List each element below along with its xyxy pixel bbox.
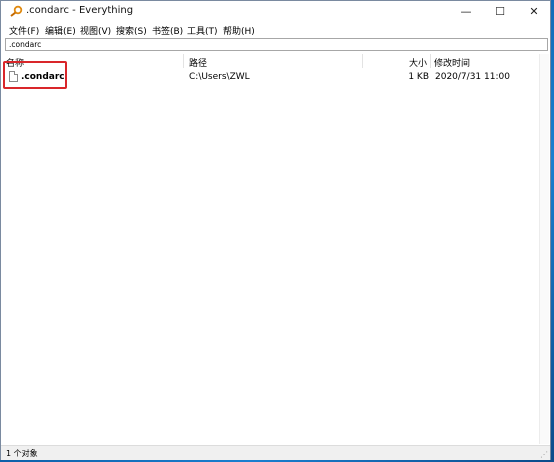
search-input[interactable]: .condarc [5,38,548,51]
status-text: 1 个对象 [6,449,38,458]
window-title: .condarc - Everything [26,5,134,16]
menu-help[interactable]: 帮助(H) [223,24,255,37]
column-header-modified[interactable]: 修改时间 [431,54,539,69]
status-bar: 1 个对象 ⋰ [1,445,550,460]
minimize-icon: — [460,4,472,18]
column-header-path[interactable]: 路径 [184,54,363,69]
minimize-button[interactable]: — [449,1,483,21]
menu-tools[interactable]: 工具(T) [187,24,218,37]
vertical-scrollbar[interactable] [539,54,549,444]
maximize-button[interactable]: ☐ [483,1,517,21]
results-list: 名称 路径 大小 修改时间 .condarc C:\Users\ZWL 1 KB… [1,54,549,444]
result-modified: 2020/7/31 11:00 [435,72,510,82]
result-size: 1 KB [408,72,429,82]
menu-view[interactable]: 视图(V) [80,24,111,37]
menu-search[interactable]: 搜索(S) [116,24,147,37]
menu-edit[interactable]: 编辑(E) [45,24,76,37]
result-row[interactable]: .condarc C:\Users\ZWL 1 KB 2020/7/31 11:… [1,70,539,85]
menu-file[interactable]: 文件(F) [9,24,39,37]
everything-window: .condarc - Everything — ☐ ✕ 文件(F) 编辑(E) … [0,0,551,460]
close-icon: ✕ [529,4,539,18]
close-button[interactable]: ✕ [517,1,551,21]
highlight-box [3,61,67,89]
result-path: C:\Users\ZWL [189,72,250,82]
magnifier-icon [10,5,23,17]
resize-grip-icon[interactable]: ⋰ [540,450,548,459]
title-bar[interactable]: .condarc - Everything — ☐ ✕ [1,1,550,21]
menu-bookmarks[interactable]: 书签(B) [152,24,183,37]
maximize-icon: ☐ [495,4,505,18]
column-header-size[interactable]: 大小 [363,54,431,69]
menu-bar: 文件(F) 编辑(E) 视图(V) 搜索(S) 书签(B) 工具(T) 帮助(H… [1,22,550,37]
